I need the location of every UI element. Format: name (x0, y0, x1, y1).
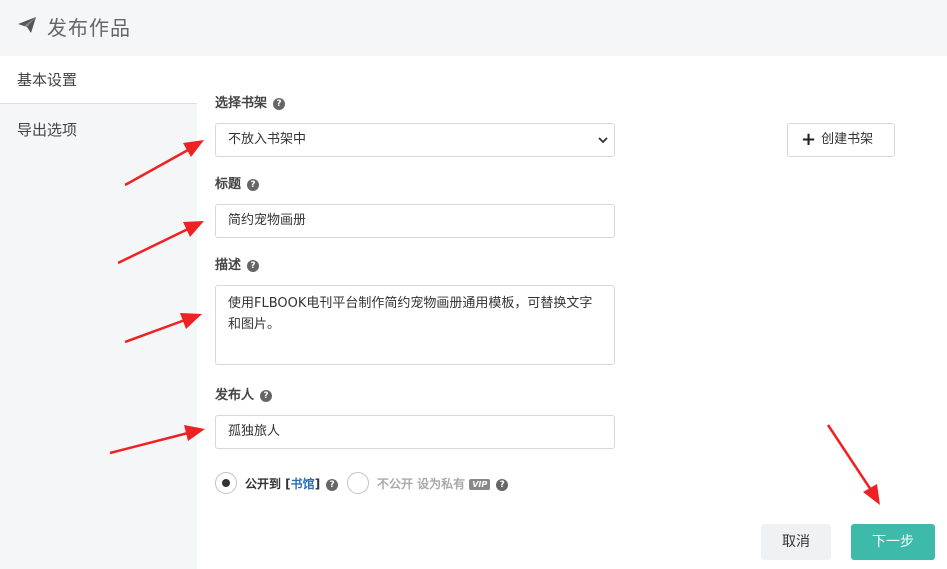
paper-plane-icon (18, 17, 36, 33)
sidebar-item-basic-settings[interactable]: 基本设置 (0, 56, 197, 104)
public-radio[interactable] (215, 472, 237, 494)
page-header: 发布作品 (0, 0, 947, 56)
help-icon[interactable]: ? (260, 390, 273, 402)
bookshelf-label: 选择书架? (215, 92, 286, 111)
page-title: 发布作品 (47, 16, 131, 40)
title-input[interactable]: 简约宠物画册 (215, 204, 615, 238)
description-textarea[interactable]: 使用FLBOOK电刊平台制作简约宠物画册通用模板，可替换文字和图片。 (215, 285, 615, 365)
chevron-down-icon (598, 137, 608, 144)
create-bookshelf-label: 创建书架 (821, 132, 874, 147)
main-panel: 选择书架? 不放入书架中 + 创建书架 标题? 简约宠物画册 描述? 使用FLBO… (197, 56, 947, 569)
sidebar-item-export-options[interactable]: 导出选项 (0, 106, 197, 154)
description-label-text: 描述 (215, 258, 242, 273)
publisher-label-text: 发布人 (215, 388, 255, 403)
help-icon[interactable]: ? (496, 479, 509, 491)
bookshelf-select[interactable]: 不放入书架中 (215, 123, 615, 157)
visibility-options: 公开到 [书馆]? 不公开 设为私有 VIP? (215, 472, 815, 496)
next-step-button[interactable]: 下一步 (851, 524, 935, 560)
private-radio-label[interactable]: 不公开 设为私有 VIP? (377, 475, 509, 492)
vip-badge: VIP (469, 479, 491, 490)
plus-icon: + (801, 129, 817, 150)
public-radio-label[interactable]: 公开到 [书馆]? (245, 475, 339, 492)
publisher-input[interactable]: 孤独旅人 (215, 415, 615, 449)
bookshelf-label-text: 选择书架 (215, 96, 268, 111)
publisher-label: 发布人? (215, 384, 273, 403)
private-radio[interactable] (347, 472, 369, 494)
public-suffix: ] (314, 477, 321, 491)
help-icon[interactable]: ? (247, 260, 260, 272)
bookshelf-select-value: 不放入书架中 (228, 132, 307, 147)
title-label-text: 标题 (215, 177, 242, 192)
cancel-button[interactable]: 取消 (761, 524, 831, 560)
create-bookshelf-button[interactable]: + 创建书架 (787, 123, 895, 157)
sidebar: 基本设置 导出选项 (0, 56, 197, 569)
library-link[interactable]: 书馆 (291, 477, 315, 491)
public-prefix: 公开到 [ (245, 477, 291, 491)
help-icon[interactable]: ? (273, 98, 286, 110)
title-label: 标题? (215, 173, 260, 192)
help-icon[interactable]: ? (326, 479, 339, 491)
help-icon[interactable]: ? (247, 179, 260, 191)
description-label: 描述? (215, 254, 260, 273)
private-label-text: 不公开 设为私有 (377, 477, 466, 491)
